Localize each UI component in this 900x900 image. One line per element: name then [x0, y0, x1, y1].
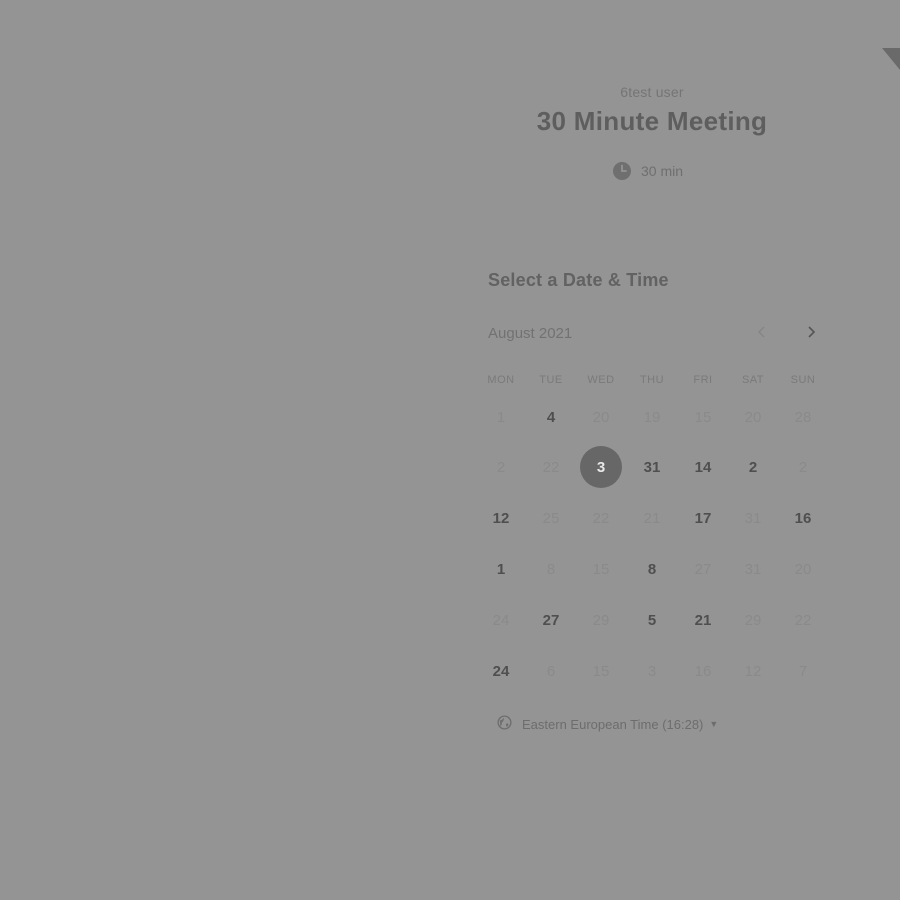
- calendar-day[interactable]: 14: [682, 446, 724, 488]
- calendar-day: 15: [694, 408, 712, 426]
- calendar-day: 28: [794, 408, 812, 426]
- caret-down-icon: ▼: [709, 719, 719, 729]
- calendar-day[interactable]: 21: [682, 599, 724, 641]
- event-title: 30 Minute Meeting: [536, 106, 768, 136]
- weekday-wed: WED: [587, 374, 615, 386]
- calendar-day[interactable]: 8: [631, 548, 673, 590]
- calendar-day: 2: [496, 458, 506, 476]
- calendar-day[interactable]: 1: [480, 548, 522, 590]
- chevron-left-icon: [756, 325, 768, 344]
- calendar-day: 2: [798, 458, 808, 476]
- calendar-day: 21: [643, 509, 661, 527]
- corner-ribbon: [882, 48, 900, 70]
- section-title: Select a Date & Time: [488, 270, 669, 290]
- calendar-day: 12: [744, 662, 762, 680]
- timezone-selector[interactable]: Eastern European Time (16:28) ▼: [497, 714, 718, 734]
- calendar-day: 19: [643, 408, 661, 426]
- calendar-day: 22: [542, 458, 560, 476]
- host-name: 6test user: [620, 84, 684, 100]
- calendar-day[interactable]: 31: [631, 446, 673, 488]
- next-month-button[interactable]: [799, 322, 823, 346]
- calendar-day: 6: [546, 662, 556, 680]
- weekday-tue: TUE: [539, 374, 563, 386]
- calendar-day: 15: [592, 560, 610, 578]
- duration-label: 30 min: [641, 163, 684, 179]
- calendar-day: 29: [592, 611, 610, 629]
- calendar-day[interactable]: 27: [530, 599, 572, 641]
- weekday-mon: MON: [487, 374, 515, 386]
- calendar-day: 29: [744, 611, 762, 629]
- calendar-day: 20: [592, 408, 610, 426]
- calendar-day: 15: [592, 662, 610, 680]
- calendar-day: 16: [694, 662, 712, 680]
- month-label: August 2021: [488, 325, 573, 342]
- chevron-right-icon: [805, 325, 817, 344]
- calendar-day-selected[interactable]: 3: [580, 446, 622, 488]
- calendar-day: 31: [744, 560, 762, 578]
- calendar-day: 8: [546, 560, 556, 578]
- weekday-sun: SUN: [790, 374, 816, 386]
- calendar-day[interactable]: 12: [480, 497, 522, 539]
- timezone-label: Eastern European Time (16:28): [522, 716, 704, 732]
- calendar-day: 27: [694, 560, 712, 578]
- calendar-day: 20: [744, 408, 762, 426]
- calendar-day: 1: [496, 408, 506, 426]
- calendar-day: 24: [492, 611, 510, 629]
- weekday-thu: THU: [639, 374, 665, 386]
- calendar-day: 25: [542, 509, 560, 527]
- calendar-day: 22: [592, 509, 610, 527]
- previous-month-button[interactable]: [750, 322, 774, 346]
- calendar-day: 3: [647, 662, 657, 680]
- weekday-sat: SAT: [741, 374, 765, 386]
- calendar-day: 20: [794, 560, 812, 578]
- clock-icon: [612, 161, 632, 181]
- calendar-day[interactable]: 16: [782, 497, 824, 539]
- calendar-day: 22: [794, 611, 812, 629]
- calendar-day: 7: [798, 662, 808, 680]
- calendar-day[interactable]: 24: [480, 650, 522, 692]
- weekday-fri: FRI: [693, 374, 713, 386]
- event-duration: 30 min: [612, 161, 683, 181]
- calendar-day[interactable]: 2: [732, 446, 774, 488]
- calendar-day[interactable]: 4: [530, 396, 572, 438]
- calendar-day: 31: [744, 509, 762, 527]
- globe-icon: [497, 715, 512, 733]
- calendar-day[interactable]: 17: [682, 497, 724, 539]
- calendar-day[interactable]: 5: [631, 599, 673, 641]
